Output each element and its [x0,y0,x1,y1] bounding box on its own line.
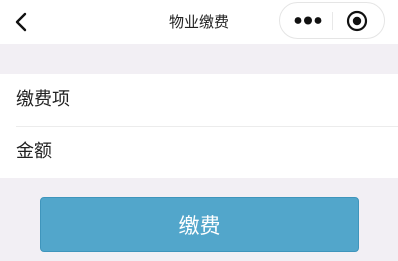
mini-program-capsule [279,2,385,39]
target-icon[interactable] [346,10,368,32]
capsule-divider [332,12,333,30]
fee-item-field[interactable]: 缴费项 [0,74,398,126]
pay-button[interactable]: 缴费 [40,197,359,252]
amount-field[interactable]: 金额 [0,126,398,178]
amount-label: 金额 [16,141,52,162]
payment-form: 缴费项 金额 [0,74,398,178]
nav-bar: 物业缴费 [0,0,398,44]
fee-item-label: 缴费项 [16,89,70,110]
more-dots-icon[interactable] [293,3,323,38]
